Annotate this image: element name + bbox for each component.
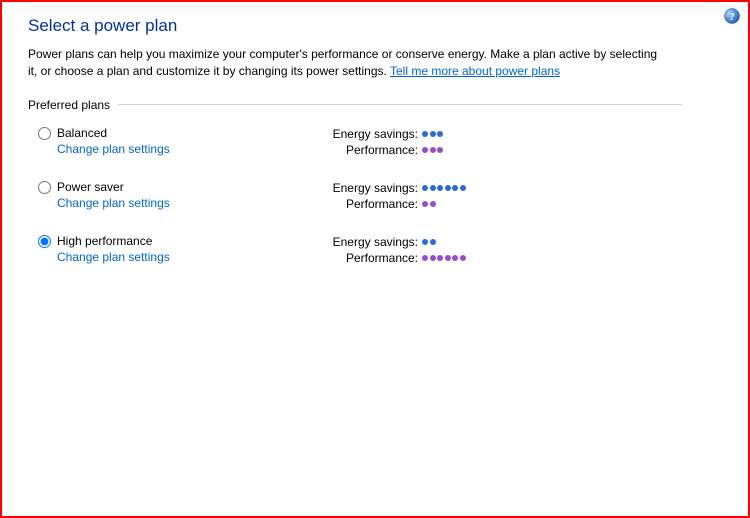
energy-dots (422, 239, 436, 245)
svg-text:?: ? (729, 11, 735, 23)
plan-radio-label[interactable]: Power saver (38, 180, 170, 194)
learn-more-link[interactable]: Tell me more about power plans (390, 64, 560, 78)
plan-left: High performance Change plan settings (38, 234, 318, 266)
performance-label: Performance: (318, 143, 418, 157)
plan-radio-label[interactable]: Balanced (38, 126, 170, 140)
description-text: Power plans can help you maximize your c… (28, 47, 657, 78)
change-plan-settings-link[interactable]: Change plan settings (57, 196, 170, 210)
plan-name: Balanced (57, 126, 107, 140)
plan-left: Balanced Change plan settings (38, 126, 318, 158)
energy-savings-label: Energy savings: (318, 181, 418, 195)
energy-dots (422, 185, 466, 191)
plans-list: Balanced Change plan settings Energy savin… (28, 126, 722, 266)
plan-radio[interactable] (38, 181, 51, 194)
energy-dots (422, 131, 443, 137)
plan-item: Balanced Change plan settings Energy savin… (38, 126, 722, 158)
plan-radio[interactable] (38, 235, 51, 248)
section-header: Preferred plans (28, 98, 722, 112)
power-options-panel: ? Select a power plan Power plans can he… (0, 0, 750, 518)
page-description: Power plans can help you maximize your c… (28, 46, 668, 80)
plan-name: High performance (57, 234, 152, 248)
help-icon[interactable]: ? (724, 8, 740, 24)
plan-radio-label[interactable]: High performance (38, 234, 170, 248)
perf-dots (422, 255, 466, 261)
plan-item: High performance Change plan settings Ener… (38, 234, 722, 266)
plan-item: Power saver Change plan settings Energy sa… (38, 180, 722, 212)
perf-dots (422, 147, 443, 153)
energy-savings-label: Energy savings: (318, 235, 418, 249)
plan-radio[interactable] (38, 127, 51, 140)
plan-left: Power saver Change plan settings (38, 180, 318, 212)
plan-name: Power saver (57, 180, 124, 194)
section-divider (118, 104, 682, 105)
plan-metrics: Energy savings: Performance: (318, 234, 466, 266)
change-plan-settings-link[interactable]: Change plan settings (57, 142, 170, 156)
perf-dots (422, 201, 436, 207)
section-label: Preferred plans (28, 98, 110, 112)
energy-savings-label: Energy savings: (318, 127, 418, 141)
plan-metrics: Energy savings: Performance: (318, 126, 443, 158)
plan-metrics: Energy savings: Performance: (318, 180, 466, 212)
change-plan-settings-link[interactable]: Change plan settings (57, 250, 170, 264)
performance-label: Performance: (318, 251, 418, 265)
page-title: Select a power plan (28, 16, 722, 36)
performance-label: Performance: (318, 197, 418, 211)
